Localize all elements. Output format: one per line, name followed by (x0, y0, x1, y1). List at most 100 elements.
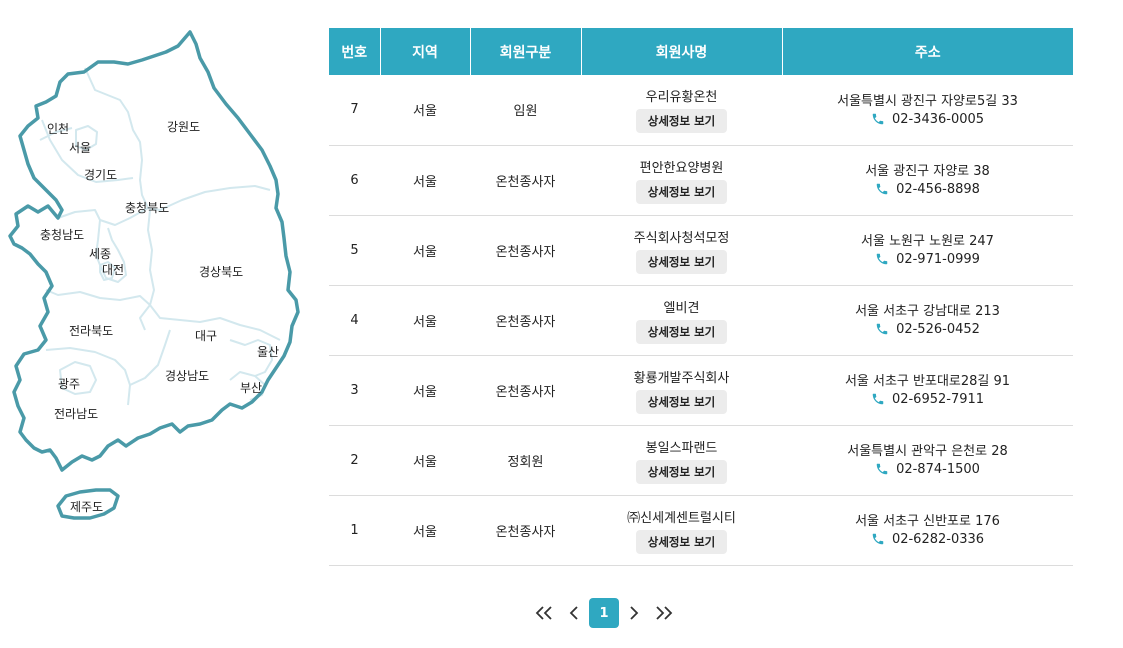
view-details-button[interactable]: 상세정보 보기 (635, 319, 728, 344)
double-chevron-right-icon (656, 606, 673, 620)
cell-number: 5 (329, 215, 380, 286)
view-details-button[interactable]: 상세정보 보기 (635, 529, 728, 554)
region-sejong[interactable]: 세종 (89, 247, 111, 261)
cell-region: 서울 (380, 145, 470, 216)
view-details-button[interactable]: 상세정보 보기 (635, 109, 728, 134)
cell-region: 서울 (380, 215, 470, 286)
table-row: 3 서울 온천종사자 황룡개발주식회사 상세정보 보기 서울 서초구 반포대로28길 91… (329, 355, 1073, 426)
company-name: 편안한요양병원 (639, 160, 724, 176)
region-gyeongnam[interactable]: 경상남도 (165, 369, 209, 383)
view-details-button[interactable]: 상세정보 보기 (635, 249, 728, 274)
view-details-button[interactable]: 상세정보 보기 (635, 179, 728, 204)
cell-address: 서울 노원구 노원로 247 02-971-0999 (782, 215, 1073, 286)
cell-member-type: 온천종사자 (470, 285, 581, 356)
member-table: 번호 지역 회원구분 회원사명 주소 7 서울 임원 우리유황온천 상세정보 보기 서울특… (329, 28, 1073, 566)
cell-company: 엘비견 상세정보 보기 (581, 285, 782, 356)
table-row: 1 서울 온천종사자 ㈜신세계센트럴시티 상세정보 보기 서울 서초구 신반포로 176 0… (329, 495, 1073, 566)
next-page-button[interactable] (626, 598, 642, 628)
phone-link[interactable]: 02-3436-0005 (871, 112, 984, 127)
region-daegu[interactable]: 대구 (195, 329, 217, 343)
cell-number: 3 (329, 355, 380, 426)
cell-member-type: 온천종사자 (470, 145, 581, 216)
region-ulsan[interactable]: 울산 (257, 345, 279, 359)
phone-icon (872, 394, 884, 405)
phone-link[interactable]: 02-6952-7911 (871, 392, 984, 407)
phone-link[interactable]: 02-526-0452 (875, 322, 980, 337)
view-details-button[interactable]: 상세정보 보기 (635, 459, 728, 484)
table-row: 6 서울 온천종사자 편안한요양병원 상세정보 보기 서울 광진구 자양로 38 02-45… (329, 145, 1073, 216)
cell-region: 서울 (380, 285, 470, 356)
cell-number: 4 (329, 285, 380, 356)
cell-member-type: 온천종사자 (470, 495, 581, 566)
cell-company: ㈜신세계센트럴시티상세정보 보기 (581, 495, 782, 566)
region-busan[interactable]: 부산 (240, 381, 262, 395)
header-address: 주소 (782, 28, 1073, 75)
address-text: 서울 서초구 반포대로28길 91 (844, 373, 1011, 389)
region-gyeongbuk[interactable]: 경상북도 (199, 265, 243, 279)
cell-address: 서울특별시 광진구 자양로5길 33 02-3436-0005 (782, 75, 1073, 146)
address-text: 서울특별시 관악구 은천로 28 (847, 443, 1008, 459)
phone-link[interactable]: 02-6282-0336 (871, 532, 984, 547)
table-header: 번호 지역 회원구분 회원사명 주소 (329, 28, 1073, 75)
cell-company: 편안한요양병원상세정보 보기 (581, 145, 782, 216)
page-1-button[interactable]: 1 (589, 598, 619, 628)
phone-number: 02-456-8898 (896, 181, 980, 197)
cell-member-type: 온천종사자 (470, 215, 581, 286)
phone-number: 02-3436-0005 (891, 111, 985, 127)
header-number: 번호 (329, 28, 381, 75)
phone-link[interactable]: 02-874-1500 (875, 462, 980, 477)
cell-number: 1 (329, 495, 380, 566)
region-incheon[interactable]: 인천 (47, 121, 69, 136)
region-gwangju[interactable]: 광주 (58, 377, 80, 391)
cell-address: 서울 서초구 신반포로 176 02-6282-0336 (782, 495, 1073, 566)
table-row: 4 서울 온천종사자 엘비견 상세정보 보기 서울 서초구 강남대로 213 02-526-… (329, 285, 1073, 356)
cell-region: 서울 (380, 495, 470, 566)
region-jeonbuk[interactable]: 전라북도 (69, 324, 113, 338)
region-gyeonggi[interactable]: 경기도 (84, 168, 117, 182)
double-chevron-left-icon (535, 606, 552, 620)
first-page-button[interactable] (534, 598, 554, 628)
view-details-button[interactable]: 상세정보 보기 (635, 389, 728, 414)
phone-number: 02-6282-0336 (891, 531, 985, 547)
phone-number: 02-526-0452 (896, 321, 980, 337)
cell-address: 서울특별시 관악구 은천로 28 02-874-1500 (782, 425, 1073, 496)
cell-region: 서울 (380, 425, 470, 496)
table-row: 2 서울 정회원 봉일스파랜드 상세정보 보기 서울특별시 관악구 은천로 28 02-87… (329, 425, 1073, 496)
cell-company: 우리유황온천상세정보 보기 (581, 75, 782, 146)
region-chungnam[interactable]: 충청남도 (40, 228, 84, 242)
chevron-right-icon (630, 606, 639, 620)
prev-page-button[interactable] (566, 598, 582, 628)
phone-number: 02-971-0999 (896, 251, 980, 267)
region-gangwon[interactable]: 강원도 (167, 120, 200, 134)
phone-link[interactable]: 02-456-8898 (875, 182, 980, 197)
phone-icon (876, 254, 888, 265)
region-chungbuk[interactable]: 충청북도 (125, 201, 169, 215)
cell-company: 황룡개발주식회사 상세정보 보기 (581, 355, 782, 426)
cell-number: 7 (329, 75, 380, 146)
member-table-container: 번호 지역 회원구분 회원사명 주소 7 서울 임원 우리유황온천 상세정보 보기 서울특… (329, 28, 1073, 566)
table-body: 7 서울 임원 우리유황온천 상세정보 보기 서울특별시 광진구 자양로5길 33 02-3… (329, 75, 1073, 566)
header-company-name: 회원사명 (581, 28, 783, 75)
region-daejeon[interactable]: 대전 (102, 263, 124, 277)
company-name: ㈜신세계센트럴시티 (627, 510, 736, 526)
region-jeonnam[interactable]: 전라남도 (54, 407, 98, 421)
phone-link[interactable]: 02-971-0999 (875, 252, 980, 267)
company-name: 우리유황온천 (645, 90, 718, 106)
cell-member-type: 임원 (470, 75, 581, 146)
cell-address: 서울 서초구 반포대로28길 91 02-6952-7911 (782, 355, 1073, 426)
cell-region: 서울 (380, 75, 470, 146)
address-text: 서울 서초구 강남대로 213 (855, 303, 1000, 319)
table-row: 7 서울 임원 우리유황온천 상세정보 보기 서울특별시 광진구 자양로5길 33 02-3… (329, 75, 1073, 146)
region-jeju[interactable]: 제주도 (70, 500, 103, 514)
last-page-button[interactable] (654, 598, 674, 628)
pagination: 1 (0, 598, 1123, 628)
cell-member-type: 정회원 (470, 425, 581, 496)
phone-icon (872, 534, 884, 545)
phone-icon (876, 184, 888, 195)
chevron-left-icon (569, 606, 578, 620)
peninsula-outline (8, 30, 300, 472)
phone-icon (876, 464, 888, 475)
region-seoul[interactable]: 서울 (69, 141, 91, 155)
cell-address: 서울 서초구 강남대로 213 02-526-0452 (782, 285, 1073, 356)
company-name: 봉일스파랜드 (645, 440, 718, 456)
